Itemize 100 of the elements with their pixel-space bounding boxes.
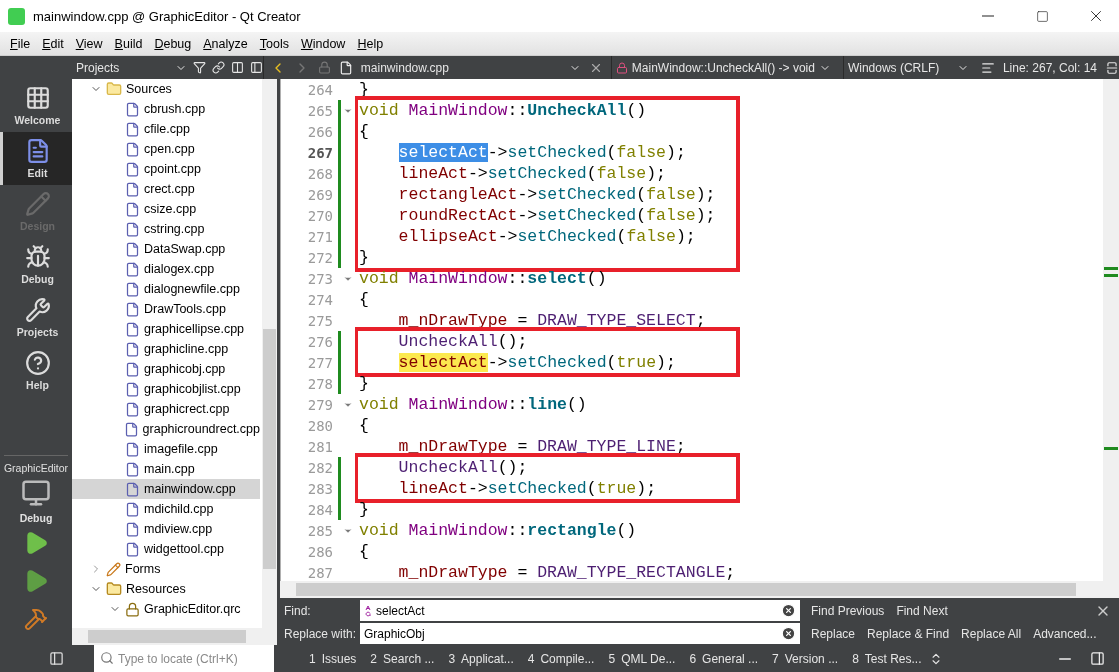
close-pane-icon[interactable] xyxy=(249,61,263,74)
split-icon[interactable] xyxy=(230,61,244,74)
tree-item[interactable]: dialognewfile.cpp xyxy=(72,279,260,299)
replace-button[interactable]: Replace & Find xyxy=(862,626,955,641)
open-file-name[interactable]: mainwindow.cpp xyxy=(360,60,561,75)
menu-item[interactable]: Edit xyxy=(36,36,70,51)
filter-icon[interactable] xyxy=(192,61,206,74)
tree-item[interactable]: cbrush.cpp xyxy=(72,99,260,119)
replace-button[interactable]: Advanced... xyxy=(1028,626,1102,641)
cpp-file-icon xyxy=(338,60,353,75)
menu-item[interactable]: Tools xyxy=(253,36,295,51)
cpp-file-icon xyxy=(125,161,140,177)
locate-field[interactable]: Type to locate (Ctrl+K) xyxy=(94,645,274,672)
menu-item[interactable]: Window xyxy=(294,36,352,51)
line-number: 269 xyxy=(306,186,333,203)
find-button[interactable]: Find Previous xyxy=(806,603,890,618)
code-line: roundRectAct->setChecked(false); xyxy=(397,205,717,226)
scrollbar[interactable] xyxy=(72,628,277,645)
output-pane-tab[interactable]: 4 Compile... xyxy=(520,651,602,666)
tree-item[interactable]: graphicrect.cpp xyxy=(72,399,260,419)
tree-item[interactable]: mdiview.cpp xyxy=(72,519,260,539)
code-line: selectAct->setChecked(true); xyxy=(397,352,677,373)
tree-item[interactable]: DataSwap.cpp xyxy=(72,239,260,259)
mode-button[interactable]: Welcome xyxy=(0,79,72,132)
case-option-icon[interactable] xyxy=(364,604,372,617)
tree-item[interactable]: dialogex.cpp xyxy=(72,259,260,279)
cpp-file-icon xyxy=(125,241,140,257)
mode-button[interactable]: Projects xyxy=(0,291,72,344)
output-pane-tab[interactable]: 8 Test Res... xyxy=(845,651,929,666)
tree-item[interactable]: Sources xyxy=(72,79,260,99)
output-pane-tab[interactable]: 1 Issues xyxy=(302,651,364,666)
menu-item[interactable]: Help xyxy=(351,36,390,51)
code-line: UncheckAll(); xyxy=(397,457,529,478)
tree-item[interactable]: DrawTools.cpp xyxy=(72,299,260,319)
menu-item[interactable]: Analyze xyxy=(197,36,254,51)
lock-icon[interactable] xyxy=(317,61,331,74)
find-button[interactable]: Find Next xyxy=(891,603,953,618)
tree-item[interactable]: cpen.cpp xyxy=(72,139,260,159)
tree-item[interactable]: Forms xyxy=(72,559,260,579)
maximize-icon xyxy=(1035,9,1049,23)
clear-icon[interactable] xyxy=(781,626,796,641)
cursor-position[interactable]: Line: 267, Col: 14 xyxy=(1002,60,1097,75)
tree-item[interactable]: graphicobj.cpp xyxy=(72,359,260,379)
output-pane-tab[interactable]: 5 QML De... xyxy=(601,651,683,666)
mode-button[interactable]: Debug xyxy=(0,238,72,291)
tree-item[interactable]: graphicroundrect.cpp xyxy=(72,419,260,439)
replace-button[interactable]: Replace All xyxy=(956,626,1027,641)
tree-item[interactable]: GraphicEditor.qrc xyxy=(72,599,260,619)
link-icon[interactable] xyxy=(211,61,225,74)
line-number: 285 xyxy=(306,522,333,539)
document-icon[interactable] xyxy=(980,60,995,75)
tree-item[interactable]: crect.cpp xyxy=(72,179,260,199)
menu-item[interactable]: Build xyxy=(108,36,149,51)
clear-icon[interactable] xyxy=(781,603,796,618)
code-line: } xyxy=(359,499,370,520)
cpp-file-icon xyxy=(125,141,140,157)
tree-item[interactable]: csize.cpp xyxy=(72,199,260,219)
tree-item[interactable]: mdichild.cpp xyxy=(72,499,260,519)
build-config-label: Debug xyxy=(18,512,54,524)
cpp-file-icon xyxy=(125,481,140,497)
tree-item[interactable]: cstring.cpp xyxy=(72,219,260,239)
scrollbar[interactable] xyxy=(1103,79,1119,581)
tree-item[interactable]: widgettool.cpp xyxy=(72,539,260,559)
code-line: } xyxy=(359,247,370,268)
tree-item[interactable]: Resources xyxy=(72,579,260,599)
tree-item[interactable]: cfile.cpp xyxy=(72,119,260,139)
output-pane-tab[interactable]: 7 Version ... xyxy=(765,651,846,666)
find-field[interactable]: selectAct xyxy=(360,600,800,621)
split-icon[interactable] xyxy=(1105,60,1119,75)
code-line: void MainWindow::select() xyxy=(359,268,608,289)
tree-item[interactable]: cpoint.cpp xyxy=(72,159,260,179)
tree-item[interactable]: mainwindow.cpp xyxy=(72,479,260,499)
mode-button[interactable]: Edit xyxy=(0,132,72,185)
scrollbar[interactable] xyxy=(262,79,277,628)
sidebar-toggle-icon[interactable] xyxy=(49,651,64,666)
scrollbar[interactable] xyxy=(280,581,1119,598)
line-number: 272 xyxy=(306,249,333,266)
output-pane-tab[interactable]: 3 Applicat... xyxy=(441,651,521,666)
menu-item[interactable]: File xyxy=(4,36,37,51)
build-icon[interactable] xyxy=(24,607,48,631)
cpp-file-icon xyxy=(125,461,140,477)
output-pane-tab[interactable]: 6 General ... xyxy=(682,651,766,666)
mode-button[interactable]: Help xyxy=(0,344,72,397)
replace-field[interactable]: GraphicObj xyxy=(360,623,800,644)
tree-item[interactable]: graphicline.cpp xyxy=(72,339,260,359)
replace-button[interactable]: Replace xyxy=(806,626,861,641)
tree-item[interactable]: main.cpp xyxy=(72,459,260,479)
code-line: rectangleAct->setChecked(false); xyxy=(397,184,717,205)
menu-item[interactable]: Debug xyxy=(148,36,198,51)
pane-title[interactable]: Projects xyxy=(76,60,169,75)
right-sidebar-icon[interactable] xyxy=(1090,651,1105,666)
tree-item[interactable]: graphicellipse.cpp xyxy=(72,319,260,339)
menu-item[interactable]: View xyxy=(69,36,109,51)
app-logo xyxy=(8,7,25,25)
cpp-file-icon xyxy=(125,381,140,397)
cpp-file-icon xyxy=(125,121,140,137)
output-pane-tab[interactable]: 2 Search ... xyxy=(363,651,442,666)
line-number: 281 xyxy=(306,438,333,455)
tree-item[interactable]: graphicobjlist.cpp xyxy=(72,379,260,399)
tree-item[interactable]: imagefile.cpp xyxy=(72,439,260,459)
